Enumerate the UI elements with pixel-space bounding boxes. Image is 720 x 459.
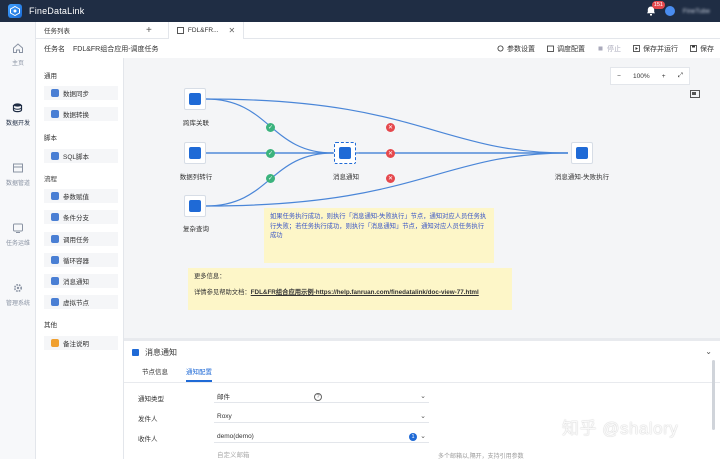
node-notify-fail-icon [576, 147, 588, 159]
layout-icon[interactable]: ⤢ [678, 72, 683, 80]
node-notify[interactable] [334, 142, 356, 164]
zoom-in-icon[interactable]: + [662, 73, 666, 80]
notify-type-label: 通知类型 [138, 396, 164, 403]
zoom-toolbar: − 100% + ⤢ [610, 67, 690, 85]
props-divider [124, 382, 720, 383]
receiver-label: 收件人 [138, 436, 158, 443]
collapse-chevron-icon[interactable]: ⌄ [705, 347, 712, 356]
node-complex-icon [189, 200, 201, 212]
note-help-prefix: 详情参见帮助文档： [194, 289, 251, 296]
chevron-down-icon: ⌄ [420, 393, 426, 400]
node-notify-fail-label: 消息通知-失败执行 [554, 174, 610, 181]
props-title: 消息通知 [145, 348, 177, 357]
node-notify-fail[interactable] [571, 142, 593, 164]
node-complex[interactable] [184, 195, 206, 217]
fail-cross-icon: ✕ [386, 174, 395, 183]
custom-email-input[interactable]: 自定义邮箱 [214, 447, 429, 459]
success-check-icon: ✓ [266, 174, 275, 183]
custom-email-placeholder: 自定义邮箱 [217, 451, 250, 459]
receiver-select[interactable]: demo(demo) 1 ⌄ [214, 430, 429, 443]
node-notify-label: 消息通知 [333, 174, 359, 181]
watermark: 知乎 @shalory [562, 419, 679, 438]
node-to-row-label: 数据列转行 [179, 174, 213, 181]
zoom-out-icon[interactable]: − [617, 73, 621, 80]
custom-email-hint: 多个邮箱以,隔开，支持引用参数 [438, 454, 524, 459]
node-complex-label: 复杂查询 [183, 226, 209, 233]
node-cross-db-icon [189, 93, 201, 105]
tab-notify-config[interactable]: 通知配置 [186, 366, 212, 382]
node-notify-icon [339, 147, 351, 159]
chevron-down-icon: ⌄ [420, 433, 426, 440]
node-to-row-icon [189, 147, 201, 159]
props-scrollbar[interactable] [712, 360, 715, 430]
fail-cross-icon: ✕ [386, 149, 395, 158]
tab-node-info[interactable]: 节点信息 [142, 366, 168, 382]
chevron-down-icon: ⌄ [420, 413, 426, 420]
remark-note-result[interactable]: 如果任务执行成功，则执行「消息通知-失败执行」节点，通知对应人员任务执行失败；若… [264, 208, 494, 263]
message-node-icon [132, 349, 139, 356]
node-cross-db-label: 跨库关联 [183, 120, 209, 127]
success-check-icon: ✓ [266, 149, 275, 158]
receiver-count-badge: 1 [409, 433, 417, 441]
fail-cross-icon: ✕ [386, 123, 395, 132]
node-cross-db[interactable] [184, 88, 206, 110]
success-check-icon: ✓ [266, 123, 275, 132]
help-icon[interactable]: ? [314, 393, 322, 401]
remark-note-more-info[interactable]: 更多信息： 详情参见帮助文档：FDL&FR组合应用示例-https://help… [188, 268, 512, 310]
sender-value: Roxy [217, 412, 232, 420]
help-doc-link[interactable]: FDL&FR组合应用示例-https://help.fanruan.com/fi… [251, 289, 479, 296]
note-more-info-title: 更多信息： [194, 273, 226, 280]
zoom-level: 100% [633, 72, 650, 80]
sender-select[interactable]: Roxy ⌄ [214, 410, 429, 423]
receiver-value: demo(demo) [217, 432, 254, 440]
notify-type-value: 邮件 [217, 394, 230, 401]
sender-label: 发件人 [138, 416, 158, 423]
minimap-icon[interactable] [690, 90, 700, 98]
node-to-row[interactable] [184, 142, 206, 164]
